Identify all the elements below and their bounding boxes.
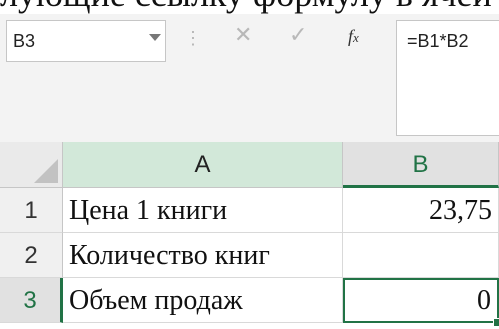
cell-a3[interactable]: Объем продаж [63, 278, 343, 323]
table-row: 3 Объем продаж 0 [0, 278, 499, 327]
row-header-1[interactable]: 1 [0, 188, 63, 233]
table-row: 1 Цена 1 книги 23,75 [0, 188, 499, 233]
table-row: 2 Количество книг [0, 233, 499, 278]
name-box[interactable]: B3 [6, 20, 166, 62]
page-text-cropped: лующие ссылку формулу в ячей [0, 0, 499, 14]
column-header-row: A B [0, 142, 499, 188]
cell-b2[interactable] [343, 233, 499, 278]
formula-input[interactable]: =B1*B2 [396, 20, 499, 136]
cell-b1[interactable]: 23,75 [343, 188, 499, 233]
grip-dots-icon: ⋮ [184, 28, 202, 48]
cell-b3-selected[interactable]: 0 [343, 278, 499, 323]
row-header-2[interactable]: 2 [0, 233, 63, 278]
name-box-value: B3 [13, 31, 36, 51]
column-header-b[interactable]: B [343, 142, 499, 188]
chevron-down-icon[interactable] [149, 34, 161, 41]
cancel-icon[interactable]: ✕ [234, 22, 252, 48]
fill-handle[interactable] [493, 318, 499, 327]
cell-a2[interactable]: Количество книг [63, 233, 343, 278]
select-all-corner[interactable] [0, 142, 63, 188]
insert-function-icon[interactable]: fx [348, 26, 359, 47]
column-header-a[interactable]: A [63, 142, 343, 188]
cell-a1[interactable]: Цена 1 книги [63, 188, 343, 233]
select-all-triangle-icon [34, 159, 58, 183]
formula-text: =B1*B2 [407, 31, 469, 51]
spreadsheet-window: B3 ⋮ ✕ ✓ fx =B1*B2 A B 1 Цена 1 книги 23… [0, 14, 499, 329]
row-header-3[interactable]: 3 [0, 278, 63, 323]
formula-bar: B3 ⋮ ✕ ✓ fx =B1*B2 [0, 14, 499, 143]
enter-check-icon[interactable]: ✓ [289, 22, 307, 48]
